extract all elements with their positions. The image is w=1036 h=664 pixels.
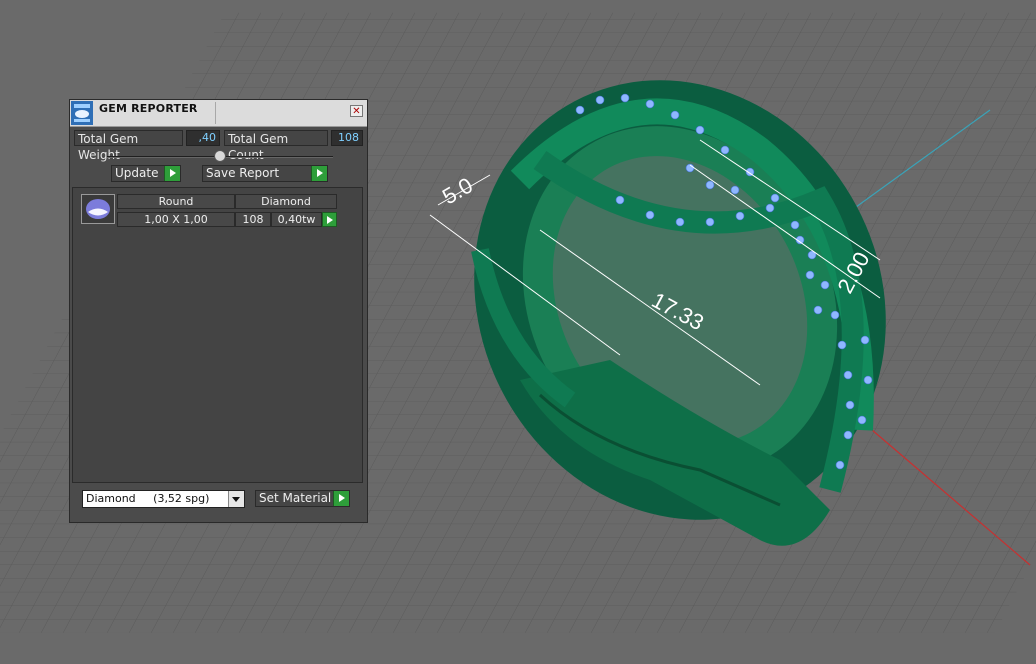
close-icon[interactable]: ✕ <box>350 105 363 117</box>
gem-weight-cell: 0,40tw <box>271 212 322 227</box>
gem-count-cell: 108 <box>235 212 271 227</box>
size-slider-handle[interactable] <box>214 150 226 162</box>
chevron-down-icon[interactable] <box>228 491 244 507</box>
round-gem-thumbnail[interactable] <box>81 194 115 224</box>
material-select[interactable]: Diamond (3,52 spg) <box>82 490 245 508</box>
gem-shape-header: Round <box>117 194 235 209</box>
material-select-value: Diamond (3,52 spg) <box>86 492 210 505</box>
gem-material-header: Diamond <box>235 194 337 209</box>
play-arrow-icon <box>164 166 180 181</box>
update-button[interactable]: Update <box>111 165 181 182</box>
gem-size-cell: 1,00 X 1,00 <box>117 212 235 227</box>
save-report-button-label: Save Report <box>206 166 280 180</box>
gem-list: Round Diamond 1,00 X 1,00 108 0,40tw <box>72 187 363 483</box>
total-gem-count-value: 108 <box>331 130 363 146</box>
play-arrow-icon <box>311 166 327 181</box>
play-arrow-icon <box>333 491 349 506</box>
set-material-button-label: Set Material <box>259 491 332 505</box>
save-report-button[interactable]: Save Report <box>202 165 328 182</box>
total-gem-weight-label: Total Gem Weight <box>74 130 183 162</box>
select-gem-arrow-icon[interactable] <box>322 212 337 227</box>
total-gem-weight-value: ,40 <box>186 130 220 146</box>
panel-titlebar[interactable]: GEM REPORTER ✕ <box>70 100 367 127</box>
set-material-button[interactable]: Set Material <box>255 490 350 507</box>
gem-reporter-app-icon <box>71 101 93 125</box>
total-gem-count-label: Total Gem Count <box>224 130 328 162</box>
panel-title: GEM REPORTER <box>99 102 198 115</box>
title-divider <box>215 102 216 124</box>
gem-reporter-panel: GEM REPORTER ✕ Total Gem Weight ,40 Tota… <box>69 99 368 523</box>
update-button-label: Update <box>115 166 159 180</box>
